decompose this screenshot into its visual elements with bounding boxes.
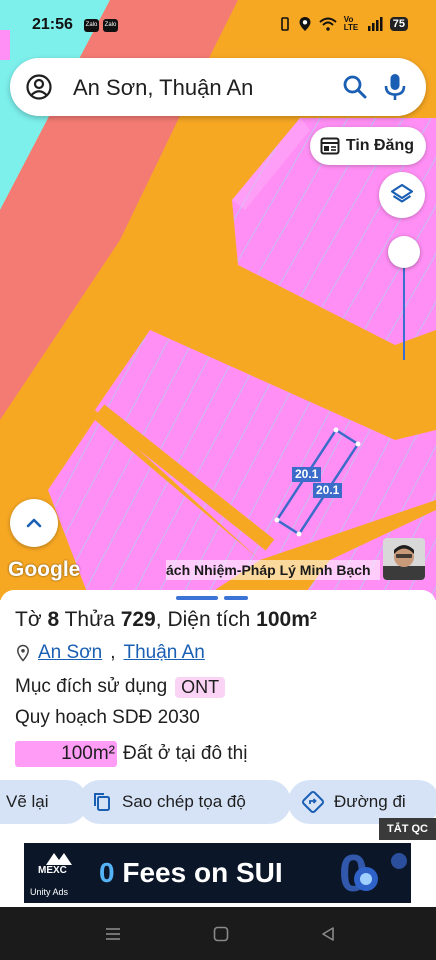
sheet-label: Tờ <box>15 608 42 631</box>
commune-link[interactable]: An Sơn <box>38 642 102 664</box>
opacity-slider-handle[interactable] <box>388 236 420 268</box>
plot-label: Thửa <box>64 608 115 631</box>
layers-button[interactable] <box>379 172 425 218</box>
redraw-label: Vẽ lại <box>6 792 49 811</box>
ad-brand: MEXC <box>38 865 67 876</box>
ad-graphic-icon: 0 <box>339 845 407 903</box>
network-type: Vo LTE <box>343 15 359 32</box>
district-link[interactable]: Thuận An <box>124 642 205 664</box>
parcel-location: An Sơn, Thuận An <box>16 642 205 664</box>
layers-icon <box>390 183 414 203</box>
ad-banner[interactable]: MEXC Unity Ads 0 Fees on SUI 0 <box>24 843 411 903</box>
expand-up-button[interactable] <box>10 499 58 547</box>
area-value: 100m² <box>256 608 317 631</box>
ad-headline: 0 Fees on SUI <box>99 857 283 889</box>
google-logo: Google <box>8 558 81 581</box>
purpose-label: Mục đích sử dụng <box>15 676 168 697</box>
listing-icon <box>320 137 340 155</box>
status-icons: Vo LTE 75 <box>279 16 408 32</box>
parcel-length-label: 20.1 <box>313 483 343 498</box>
vibrate-icon <box>280 17 289 31</box>
zalo-icon: Zalo <box>103 19 118 32</box>
battery-indicator: 75 <box>389 17 408 31</box>
action-chips: Vẽ lại Sao chép tọa độ Đường đi <box>0 780 436 826</box>
status-time: 21:56 <box>32 16 73 33</box>
wifi-icon <box>319 17 337 31</box>
system-nav-bar <box>0 907 436 960</box>
redraw-button[interactable]: Vẽ lại <box>0 780 88 824</box>
parcel-info-sheet[interactable]: Tờ 8 Thửa 729, Diện tích 100m² An Sơn, T… <box>0 590 436 840</box>
copy-coordinates-button[interactable]: Sao chép tọa độ <box>78 780 291 824</box>
user-photo <box>383 538 425 580</box>
home-icon[interactable] <box>213 926 229 942</box>
purpose-badge: ONT <box>175 676 226 698</box>
opacity-slider-track[interactable] <box>403 252 405 360</box>
chevron-up-icon <box>26 518 42 528</box>
ad-network: Unity Ads <box>30 887 69 897</box>
sheet-drag-handle-segment[interactable] <box>224 596 248 600</box>
back-icon[interactable] <box>320 926 336 942</box>
status-bar: 21:56 Zalo Zalo Vo LTE 75 <box>0 0 436 56</box>
directions-label: Đường đi <box>334 792 406 811</box>
ad-headline-number: 0 <box>99 857 115 888</box>
search-icon[interactable] <box>342 74 368 100</box>
zalo-icon: Zalo <box>84 19 99 32</box>
area-label: Diện tích <box>167 608 251 631</box>
location-icon <box>299 17 311 31</box>
tin-dang-button[interactable]: Tin Đăng <box>309 127 426 165</box>
recent-apps-icon[interactable] <box>105 927 121 941</box>
planning-label: Quy hoạch SDĐ 2030 <box>15 707 200 728</box>
location-pin-icon <box>17 644 29 662</box>
copy-coordinates-label: Sao chép tọa độ <box>122 792 246 811</box>
opacity-slider[interactable] <box>388 236 420 366</box>
avatar[interactable] <box>383 538 425 580</box>
sheet-drag-handle[interactable] <box>176 596 218 600</box>
parcel-width-label: 20.1 <box>292 467 322 482</box>
search-bar[interactable]: An Sơn, Thuận An <box>10 58 426 116</box>
sheet-number: 8 <box>47 608 60 631</box>
planning-area-row: 100m² Đất ở tại đô thị <box>15 741 247 767</box>
account-icon[interactable] <box>26 74 52 100</box>
plot-number: 729 <box>120 608 156 631</box>
planning-type: Đất ở tại đô thị <box>123 743 248 764</box>
directions-icon <box>302 791 324 813</box>
copy-icon <box>94 793 110 811</box>
land-use-purpose: Mục đích sử dụng ONT <box>15 676 226 698</box>
planning-area-chip: 100m² <box>15 741 117 767</box>
scrolling-ticker: ách Nhiệm-Pháp Lý Minh Bạch <box>166 560 380 580</box>
signal-icon <box>367 17 383 31</box>
tin-dang-label: Tin Đăng <box>345 137 414 154</box>
parcel-title: Tờ 8 Thửa 729, Diện tích 100m² <box>15 608 317 631</box>
mic-icon[interactable] <box>382 72 408 102</box>
close-ad-button[interactable]: TẮT QC <box>379 818 436 840</box>
search-query[interactable]: An Sơn, Thuận An <box>73 75 253 101</box>
ad-headline-text: Fees on SUI <box>122 857 283 888</box>
